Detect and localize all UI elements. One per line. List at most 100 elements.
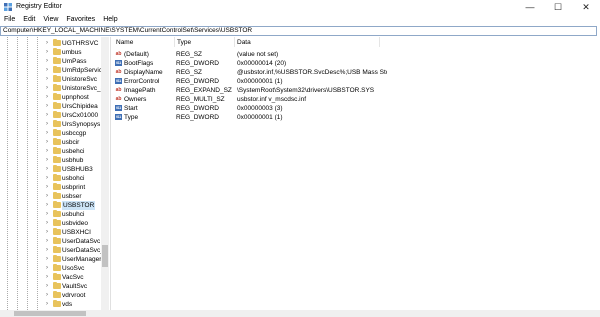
- menu-favorites[interactable]: Favorites: [62, 14, 99, 25]
- close-button[interactable]: ✕: [572, 0, 600, 14]
- tree-item-label: UrsCx01000: [62, 112, 99, 119]
- column-header-type[interactable]: Type: [177, 39, 191, 46]
- folder-icon: [53, 93, 61, 100]
- tree-item[interactable]: › usbser: [0, 192, 100, 201]
- column-separator[interactable]: [234, 37, 235, 47]
- value-row[interactable]: ab ImagePath REG_EXPAND_SZ \SystemRoot\Syst…: [111, 86, 591, 95]
- chevron-right-icon[interactable]: ›: [46, 129, 48, 138]
- chevron-right-icon[interactable]: ›: [46, 165, 48, 174]
- folder-icon: [53, 165, 61, 172]
- tree-item[interactable]: › UrsChipidea: [0, 102, 100, 111]
- tree-item[interactable]: › vds: [0, 300, 100, 309]
- folder-icon: [53, 66, 61, 73]
- tree-item[interactable]: › UserDataSvc: [0, 237, 100, 246]
- tree-item[interactable]: › UnistoreSvc_3: [0, 84, 104, 93]
- value-row[interactable]: 011 BootFlags REG_DWORD 0x00000014 (20): [111, 59, 591, 68]
- dword-value-icon: 011: [115, 114, 122, 120]
- tree-item[interactable]: › UserDataSvc_3: [0, 246, 108, 255]
- tree-scroll-thumb[interactable]: [102, 245, 108, 267]
- tree-item[interactable]: › usbccgp: [0, 129, 100, 138]
- tree-item[interactable]: › usbehci: [0, 147, 100, 156]
- chevron-right-icon[interactable]: ›: [46, 156, 48, 165]
- maximize-icon: ☐: [553, 1, 563, 12]
- chevron-right-icon[interactable]: ›: [46, 273, 48, 282]
- menu-help[interactable]: Help: [99, 14, 121, 25]
- chevron-right-icon[interactable]: ›: [46, 291, 48, 300]
- value-data: @usbstor.inf,%USBSTOR.SvcDesc%;USB Mass …: [237, 69, 387, 76]
- value-row[interactable]: 011 Start REG_DWORD 0x00000003 (3): [111, 104, 591, 113]
- tree-item[interactable]: › UmPass: [0, 57, 100, 66]
- chevron-right-icon[interactable]: ›: [46, 75, 48, 84]
- chevron-right-icon[interactable]: ›: [46, 183, 48, 192]
- chevron-right-icon[interactable]: ›: [46, 102, 48, 111]
- tree-item[interactable]: › UrsCx01000: [0, 111, 100, 120]
- tree-item[interactable]: › USBXHCI: [0, 228, 100, 237]
- chevron-right-icon[interactable]: ›: [46, 174, 48, 183]
- tree-item[interactable]: › USBHUB3: [0, 165, 100, 174]
- chevron-right-icon[interactable]: ›: [46, 138, 48, 147]
- tree-item[interactable]: › usbhub: [0, 156, 100, 165]
- chevron-right-icon[interactable]: ›: [46, 201, 48, 210]
- chevron-right-icon[interactable]: ›: [46, 210, 48, 219]
- chevron-right-icon[interactable]: ›: [46, 282, 48, 291]
- value-row[interactable]: ab (Default) REG_SZ (value not set): [111, 50, 591, 59]
- tree-item[interactable]: › UGTHRSVC: [0, 39, 100, 48]
- tree-item[interactable]: › usbprint: [0, 183, 100, 192]
- chevron-right-icon[interactable]: ›: [46, 264, 48, 273]
- chevron-right-icon[interactable]: ›: [46, 237, 48, 246]
- value-row[interactable]: ab Owners REG_MULTI_SZ usbstor.inf v_mscdsc…: [111, 95, 591, 104]
- folder-icon: [53, 129, 61, 136]
- menu-view[interactable]: View: [39, 14, 62, 25]
- tree-item[interactable]: › UrsSynopsys: [0, 120, 100, 129]
- menu-file[interactable]: File: [0, 14, 19, 25]
- chevron-right-icon[interactable]: ›: [46, 84, 48, 93]
- tree-item[interactable]: › USBSTOR: [0, 201, 100, 210]
- minimize-button[interactable]: —: [516, 0, 544, 14]
- chevron-right-icon[interactable]: ›: [46, 111, 48, 120]
- tree-item[interactable]: › UserManager: [0, 255, 101, 264]
- address-bar[interactable]: Computer\HKEY_LOCAL_MACHINE\SYSTEM\Curre…: [0, 26, 597, 36]
- tree-item[interactable]: › VaultSvc: [0, 282, 100, 291]
- chevron-right-icon[interactable]: ›: [46, 120, 48, 129]
- tree-item[interactable]: › UsoSvc: [0, 264, 100, 273]
- tree-item[interactable]: › usbuhci: [0, 210, 100, 219]
- column-header-data[interactable]: Data: [237, 39, 251, 46]
- chevron-right-icon[interactable]: ›: [46, 192, 48, 201]
- chevron-right-icon[interactable]: ›: [46, 255, 48, 264]
- tree-vertical-scrollbar[interactable]: [101, 37, 109, 312]
- chevron-right-icon[interactable]: ›: [46, 246, 48, 255]
- tree-item[interactable]: › usbohci: [0, 174, 100, 183]
- maximize-button[interactable]: ☐: [544, 0, 572, 14]
- tree-item[interactable]: › upnphost: [0, 93, 100, 102]
- horizontal-scrollbar[interactable]: [0, 310, 600, 317]
- key-tree: › UGTHRSVC › umbus › UmPass › UmRdpService › Unis…: [0, 37, 111, 312]
- tree-item[interactable]: › umbus: [0, 48, 100, 57]
- chevron-right-icon[interactable]: ›: [46, 300, 48, 309]
- column-header-name[interactable]: Name: [116, 39, 133, 46]
- menu-edit[interactable]: Edit: [19, 14, 39, 25]
- chevron-right-icon[interactable]: ›: [46, 66, 48, 75]
- chevron-right-icon[interactable]: ›: [46, 228, 48, 237]
- column-separator[interactable]: [174, 37, 175, 47]
- chevron-right-icon[interactable]: ›: [46, 93, 48, 102]
- registry-editor-icon: [4, 3, 12, 11]
- value-row[interactable]: 011 ErrorControl REG_DWORD 0x00000001 (1): [111, 77, 591, 86]
- tree-item-label: UrsChipidea: [62, 103, 98, 110]
- tree-item-label: usbehci: [62, 148, 85, 155]
- tree-item[interactable]: › UmRdpService: [0, 66, 106, 75]
- chevron-right-icon[interactable]: ›: [46, 39, 48, 48]
- tree-item-label: upnphost: [62, 94, 89, 101]
- tree-item[interactable]: › UnistoreSvc: [0, 75, 100, 84]
- horizontal-scroll-thumb[interactable]: [14, 311, 86, 316]
- column-separator[interactable]: [379, 37, 380, 47]
- chevron-right-icon[interactable]: ›: [46, 147, 48, 156]
- tree-item[interactable]: › usbcir: [0, 138, 100, 147]
- value-row[interactable]: ab DisplayName REG_SZ @usbstor.inf,%USBSTOR…: [111, 68, 591, 77]
- tree-item[interactable]: › VacSvc: [0, 273, 100, 282]
- chevron-right-icon[interactable]: ›: [46, 57, 48, 66]
- tree-item[interactable]: › usbvideo: [0, 219, 100, 228]
- value-row[interactable]: 011 Type REG_DWORD 0x00000001 (1): [111, 113, 591, 122]
- chevron-right-icon[interactable]: ›: [46, 48, 48, 57]
- chevron-right-icon[interactable]: ›: [46, 219, 48, 228]
- tree-item[interactable]: › vdrvroot: [0, 291, 100, 300]
